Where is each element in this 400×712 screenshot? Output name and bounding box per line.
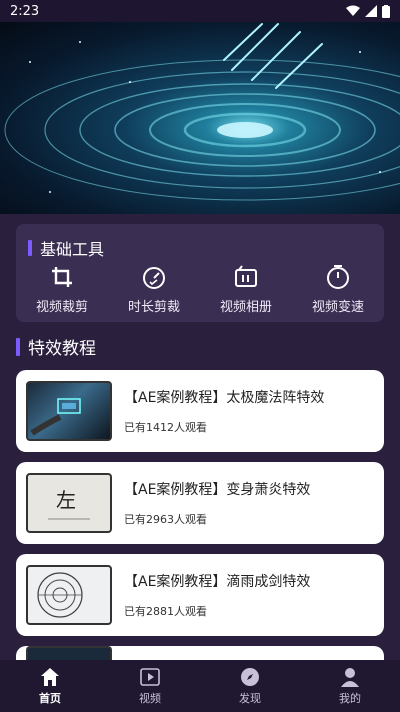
- tool-duration-trim[interactable]: 时长剪裁: [114, 264, 194, 315]
- tool-video-album[interactable]: 视频相册: [206, 264, 286, 315]
- tutorial-card[interactable]: 【AE案例教程】滴雨成剑特效 已有2881人观看: [16, 554, 384, 636]
- status-bar: 2:23: [0, 0, 400, 22]
- compass-icon: [241, 668, 259, 686]
- tutorial-thumbnail: [26, 381, 112, 441]
- hero-banner[interactable]: [0, 22, 400, 214]
- tab-discover[interactable]: 发现: [215, 666, 285, 706]
- timer-icon: [143, 267, 165, 289]
- tutorial-card[interactable]: 左 【AE案例教程】变身萧炎特效 已有2963人观看: [16, 462, 384, 544]
- home-icon: [41, 668, 59, 686]
- tutorial-title: 【AE案例教程】变身萧炎特效: [124, 482, 311, 498]
- signal-icon: [365, 5, 377, 17]
- bottom-tab-bar: 首页 视频 发现 我的: [0, 660, 400, 712]
- user-icon: [341, 668, 359, 687]
- tutorial-thumbnail: [26, 565, 112, 625]
- wifi-icon: [346, 5, 360, 16]
- battery-icon: [382, 4, 390, 18]
- tutorial-thumbnail: 左: [26, 473, 112, 533]
- tab-home[interactable]: 首页: [15, 666, 85, 706]
- basic-tools-card: 基础工具 视频裁剪 时长剪裁 视频相册 视频变速: [16, 224, 384, 322]
- crop-icon: [52, 267, 72, 287]
- effects-section-title: 特效教程: [16, 334, 96, 359]
- svg-text:左: 左: [56, 488, 76, 512]
- galaxy-image: [4, 23, 400, 201]
- tutorial-views: 已有2963人观看: [124, 513, 207, 526]
- tutorial-title: 【AE案例教程】滴雨成剑特效: [124, 574, 311, 590]
- tutorial-views: 已有1412人观看: [124, 421, 207, 434]
- speed-icon: [327, 265, 349, 289]
- tool-video-crop[interactable]: 视频裁剪: [22, 264, 102, 315]
- tab-profile[interactable]: 我的: [315, 666, 385, 706]
- tutorial-views: 已有2881人观看: [124, 605, 207, 618]
- tutorial-title: 【AE案例教程】太极魔法阵特效: [124, 390, 325, 406]
- video-icon: [140, 668, 160, 686]
- basic-tools-title: 基础工具: [28, 236, 104, 260]
- tab-video[interactable]: 视频: [115, 666, 185, 706]
- status-time: 2:23: [10, 3, 40, 19]
- album-icon: [235, 265, 257, 287]
- tutorial-card[interactable]: 【AE案例教程】太极魔法阵特效 已有1412人观看: [16, 370, 384, 452]
- tool-video-speed[interactable]: 视频变速: [298, 264, 378, 315]
